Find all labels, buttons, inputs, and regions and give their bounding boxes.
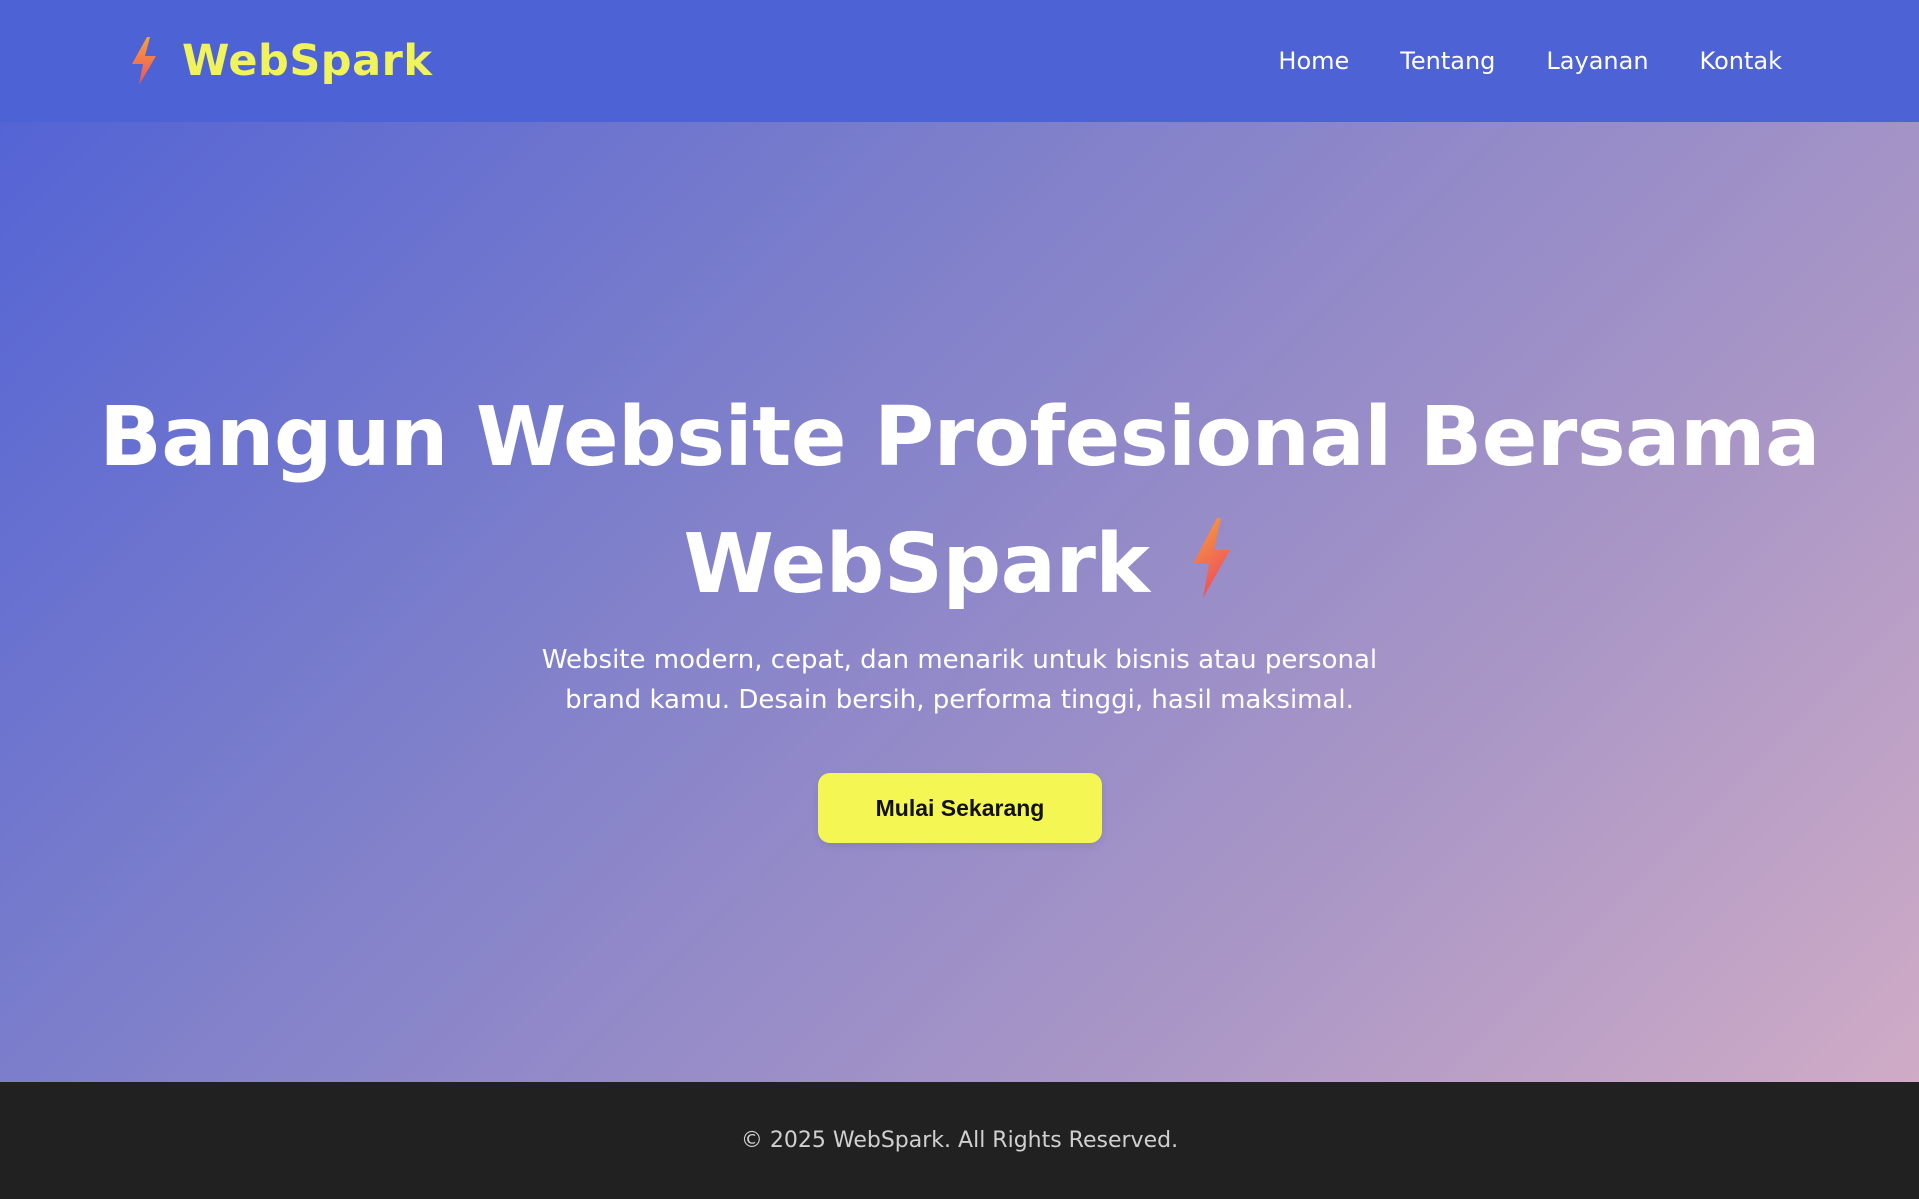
hero-subtitle-line-2: brand kamu. Desain bersih, performa ting… bbox=[565, 685, 1354, 715]
brand-logo-link[interactable]: WebSpark bbox=[128, 36, 432, 86]
lightning-bolt-icon bbox=[132, 37, 156, 85]
nav-link-layanan[interactable]: Layanan bbox=[1546, 47, 1648, 75]
nav-link-home[interactable]: Home bbox=[1278, 47, 1349, 75]
hero-title: Bangun Website Profesional Bersama WebSp… bbox=[0, 374, 1919, 628]
nav-link-kontak[interactable]: Kontak bbox=[1700, 47, 1782, 75]
navbar: WebSpark Home Tentang Layanan Kontak bbox=[0, 0, 1919, 122]
copyright-text: © 2025 WebSpark. All Rights Reserved. bbox=[740, 1128, 1179, 1153]
hero-subtitle-line-1: Website modern, cepat, dan menarik untuk… bbox=[541, 645, 1378, 675]
get-started-button[interactable]: Mulai Sekarang bbox=[818, 773, 1102, 843]
nav-menu: Home Tentang Layanan Kontak bbox=[1278, 47, 1782, 75]
lightning-bolt-icon bbox=[1193, 518, 1231, 598]
hero-title-line-1: Bangun Website Profesional Bersama bbox=[99, 390, 1820, 485]
hero-section: Bangun Website Profesional Bersama WebSp… bbox=[0, 122, 1919, 1082]
brand-name: WebSpark bbox=[182, 36, 433, 86]
hero-subtitle: Website modern, cepat, dan menarik untuk… bbox=[510, 640, 1410, 720]
landing-page: WebSpark Home Tentang Layanan Kontak Ban… bbox=[0, 0, 1919, 1199]
hero-title-brand: WebSpark bbox=[683, 517, 1150, 612]
nav-link-tentang[interactable]: Tentang bbox=[1400, 47, 1495, 75]
hero-title-line-2: WebSpark bbox=[0, 501, 1919, 628]
footer: © 2025 WebSpark. All Rights Reserved. bbox=[0, 1082, 1919, 1199]
